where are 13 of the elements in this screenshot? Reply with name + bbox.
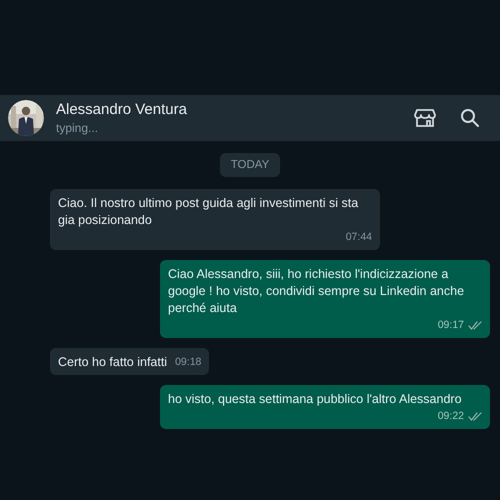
contact-status: typing...: [56, 121, 100, 135]
contact-name: Alessandro Ventura: [56, 101, 188, 118]
message-text: ho visto, questa settimana pubblico l'altro Alessandro: [168, 391, 462, 408]
date-chip: TODAY: [220, 153, 280, 177]
storefront-icon[interactable]: [414, 108, 436, 128]
message-time: 07:44: [346, 230, 372, 245]
message-time: 09:17: [438, 318, 464, 333]
message-time: 09:22: [438, 409, 464, 424]
message-text: Certo ho fatto infatti: [58, 354, 168, 371]
message-time: 09:18: [175, 355, 202, 370]
message-text: Ciao. Il nostro ultimo post guida agli investimenti si sta gia posizionando: [58, 195, 360, 229]
message-text: Ciao Alessandro, siii, ho richiesto l'indicizzazione a google ! ho visto, condividi sempre su Linkedin anche perché aiuta: [168, 266, 466, 317]
search-icon[interactable]: [460, 108, 480, 128]
